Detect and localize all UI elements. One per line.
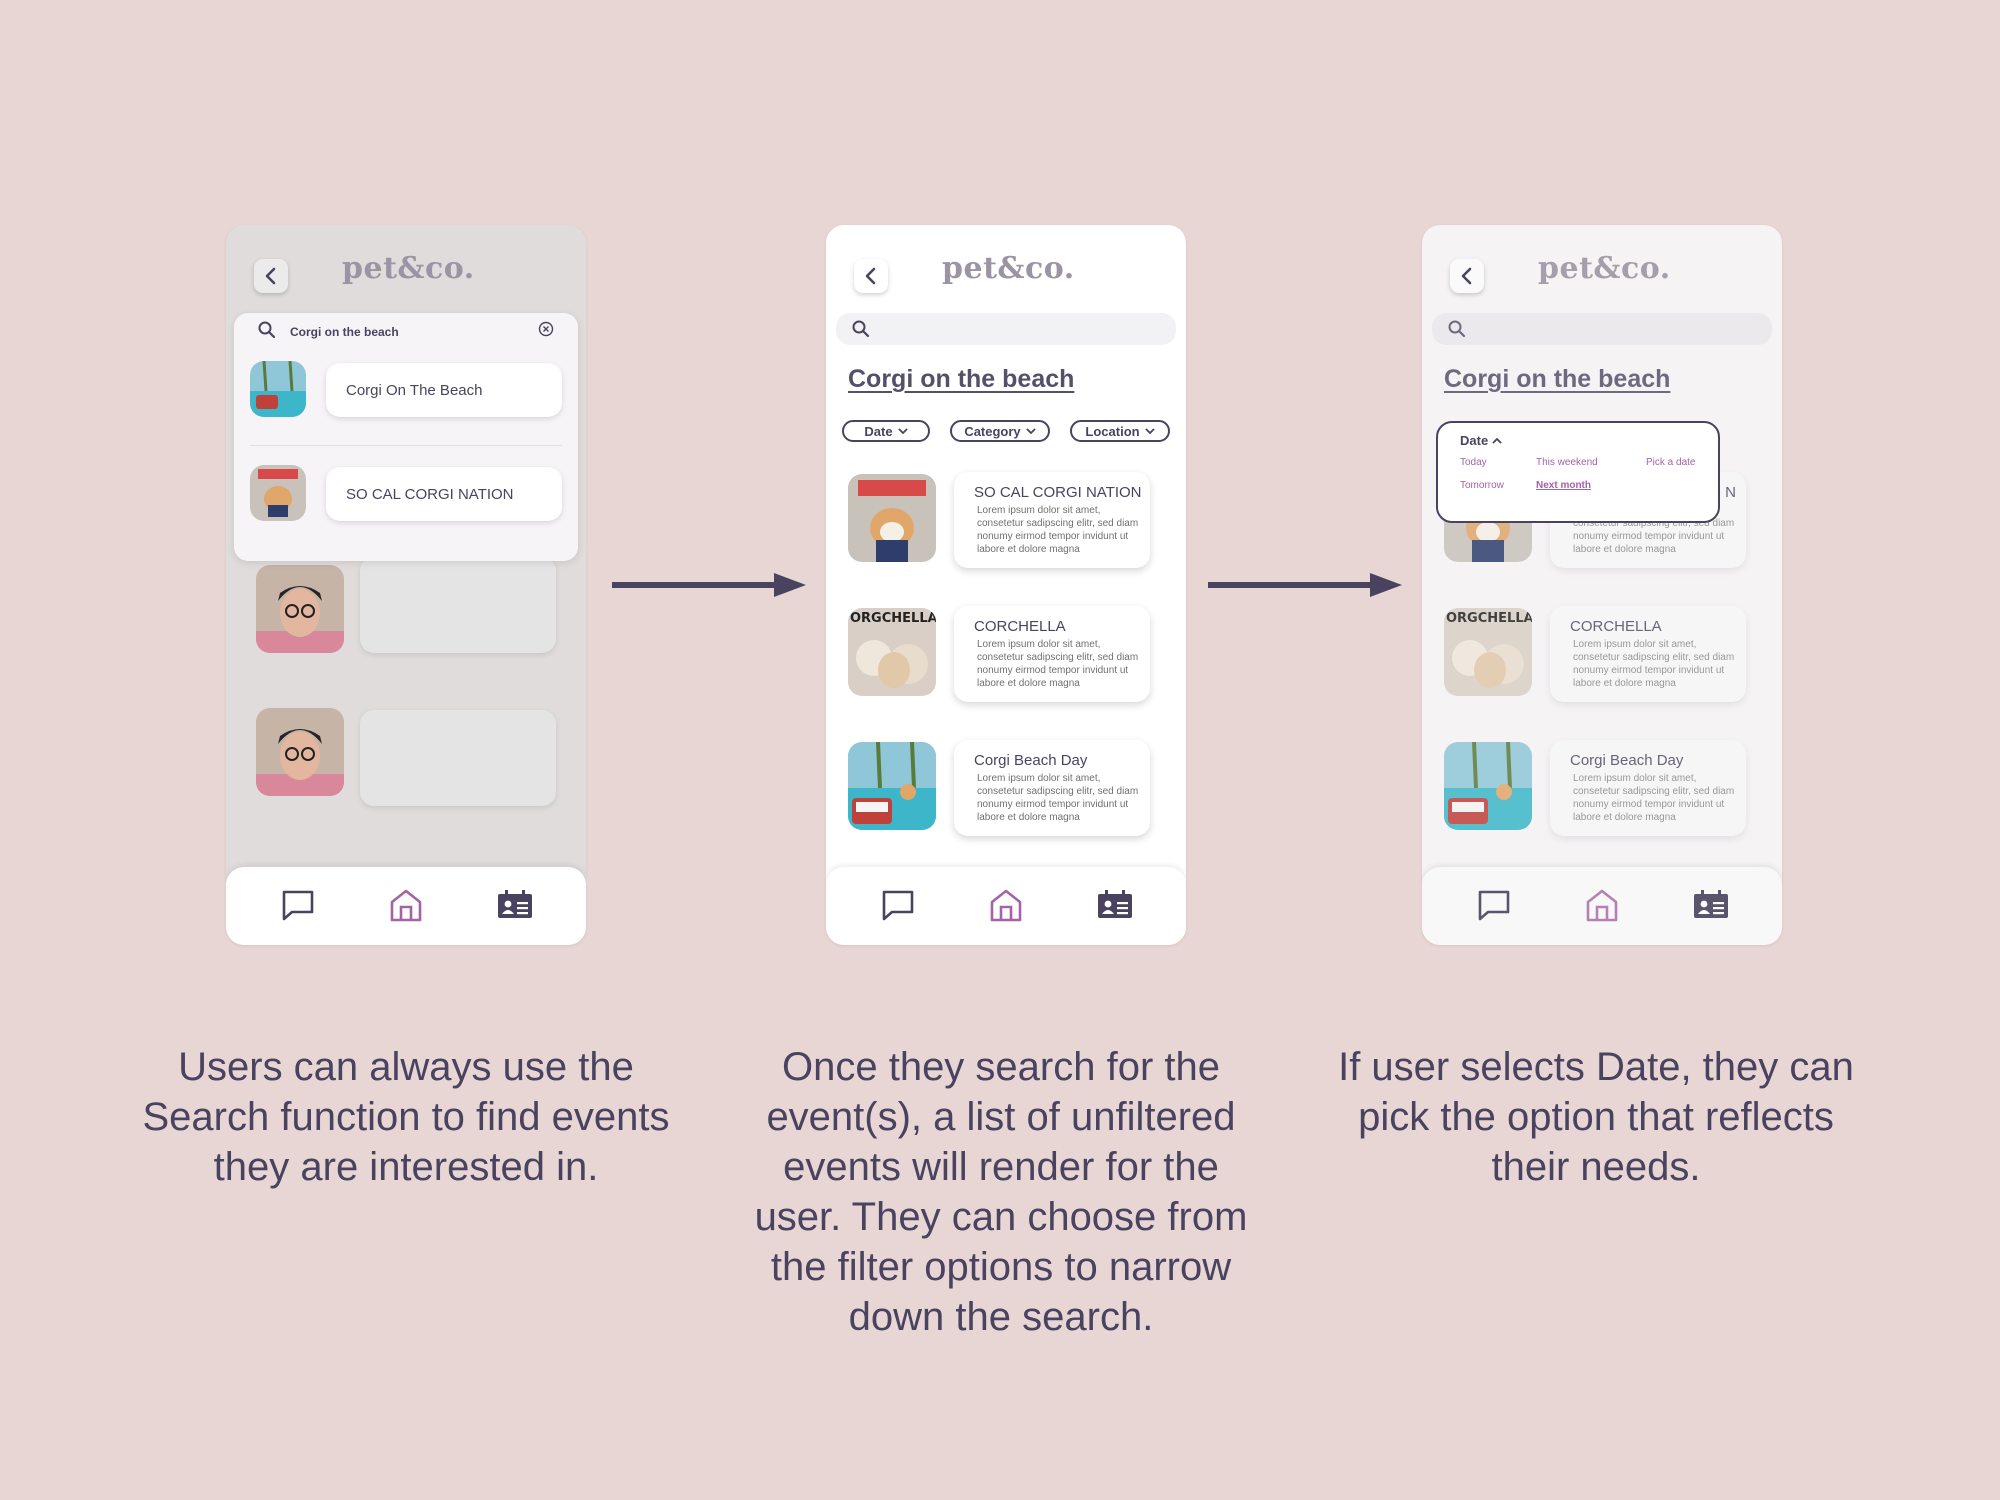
chat-icon[interactable] [280, 887, 316, 923]
search-dropdown: Corgi on the beach Corgi On The Beach SO… [234, 313, 578, 561]
event-image: ORGCHELLA [1444, 608, 1532, 696]
results-heading: Corgi on the beach [1444, 365, 1671, 393]
svg-text:ORGCHELLA: ORGCHELLA [850, 611, 936, 626]
date-option-next-month[interactable]: Next month [1536, 480, 1591, 491]
id-card-icon[interactable] [496, 887, 534, 923]
event-description: Lorem ipsum dolor sit amet, consetetur s… [1573, 639, 1735, 689]
filter-location[interactable]: Location [1070, 420, 1170, 442]
chevron-up-icon [1492, 437, 1502, 444]
back-button[interactable] [1450, 259, 1484, 293]
caption-date-filter: If user selects Date, they can pick the … [1338, 1045, 1854, 1189]
date-option-tomorrow[interactable]: Tomorrow [1460, 480, 1504, 491]
filter-label: Date [864, 423, 893, 439]
date-filter-title: Date [1460, 433, 1489, 448]
date-option-today[interactable]: Today [1460, 457, 1487, 468]
date-filter-popup: Date Today This weekend Pick a date Tomo… [1436, 421, 1720, 523]
chat-icon[interactable] [1476, 887, 1512, 923]
event-description: Lorem ipsum dolor sit amet, consetetur s… [977, 639, 1139, 689]
search-result[interactable]: SO CAL CORGI NATION [326, 467, 562, 521]
event-card[interactable]: Corgi Beach Day Lorem ipsum dolor sit am… [1550, 740, 1746, 836]
event-description: Lorem ipsum dolor sit amet, consetetur s… [1573, 773, 1735, 823]
home-icon[interactable] [388, 887, 424, 923]
search-icon [1448, 320, 1466, 338]
search-icon [852, 320, 870, 338]
profile-photo [256, 708, 344, 796]
bottom-nav [826, 867, 1186, 945]
event-thumbnail [250, 361, 306, 417]
caption-results: Once they search for the event(s), a lis… [754, 1045, 1248, 1339]
event-card[interactable]: SO CAL CORGI NATION Lorem ipsum dolor si… [954, 472, 1150, 568]
svg-text:ORGCHELLA: ORGCHELLA [1446, 611, 1532, 626]
search-icon [258, 321, 276, 339]
divider [250, 445, 562, 446]
results-screen: pet&co. Corgi on the beach Date Category… [826, 225, 1186, 945]
flow-arrow [1208, 573, 1402, 597]
home-icon[interactable] [1584, 887, 1620, 923]
date-option-this-weekend[interactable]: This weekend [1536, 457, 1598, 468]
app-logo: pet&co. [1538, 251, 1671, 286]
caption-search: Users can always use the Search function… [142, 1045, 670, 1189]
app-logo: pet&co. [342, 251, 475, 286]
filter-date[interactable]: Date [842, 420, 930, 442]
event-image [848, 742, 936, 830]
placeholder-card [360, 557, 556, 653]
event-title: SO CAL CORGI NATION [974, 484, 1142, 501]
results-heading: Corgi on the beach [848, 365, 1075, 393]
chevron-down-icon [897, 428, 908, 435]
id-card-icon[interactable] [1096, 887, 1134, 923]
event-image: ORGCHELLA [848, 608, 936, 696]
date-filter-screen: pet&co. Corgi on the beach N Lorem ipsum… [1422, 225, 1782, 945]
event-description: Lorem ipsum dolor sit amet, consetetur s… [977, 773, 1139, 823]
event-card[interactable]: CORCHELLA Lorem ipsum dolor sit amet, co… [954, 606, 1150, 702]
chevron-left-icon [265, 267, 276, 285]
chevron-left-icon [865, 267, 876, 285]
event-title: CORCHELLA [974, 618, 1066, 635]
filter-label: Location [1085, 423, 1140, 439]
profile-photo [256, 565, 344, 653]
event-title: Corgi Beach Day [1570, 752, 1684, 769]
date-filter-toggle[interactable]: Date [1460, 433, 1502, 448]
app-logo: pet&co. [942, 251, 1075, 286]
search-result[interactable]: Corgi On The Beach [326, 363, 562, 417]
bottom-nav [226, 867, 586, 945]
chevron-down-icon [1144, 428, 1155, 435]
placeholder-card [360, 710, 556, 806]
back-button[interactable] [854, 259, 888, 293]
search-input[interactable]: Corgi on the beach [290, 325, 399, 339]
date-option-pick-a-date[interactable]: Pick a date [1646, 457, 1695, 468]
event-image [848, 474, 936, 562]
flow-arrow [612, 573, 806, 597]
filter-label: Category [964, 423, 1021, 439]
search-screen: pet&co. Corgi on the beach Corgi On The … [226, 225, 586, 945]
bottom-nav [1422, 867, 1782, 945]
filter-category[interactable]: Category [950, 420, 1050, 442]
chat-icon[interactable] [880, 887, 916, 923]
chevron-left-icon [1461, 267, 1472, 285]
event-description: Lorem ipsum dolor sit amet, consetetur s… [977, 505, 1139, 555]
home-icon[interactable] [988, 887, 1024, 923]
search-input[interactable] [1432, 313, 1772, 345]
event-title: CORCHELLA [1570, 618, 1662, 635]
event-title: Corgi Beach Day [974, 752, 1088, 769]
event-image [1444, 742, 1532, 830]
chevron-down-icon [1026, 428, 1036, 435]
event-card[interactable]: Corgi Beach Day Lorem ipsum dolor sit am… [954, 740, 1150, 836]
search-input[interactable] [836, 313, 1176, 345]
event-card[interactable]: CORCHELLA Lorem ipsum dolor sit amet, co… [1550, 606, 1746, 702]
back-button[interactable] [254, 259, 288, 293]
clear-icon[interactable] [538, 321, 554, 337]
id-card-icon[interactable] [1692, 887, 1730, 923]
event-thumbnail [250, 465, 306, 521]
